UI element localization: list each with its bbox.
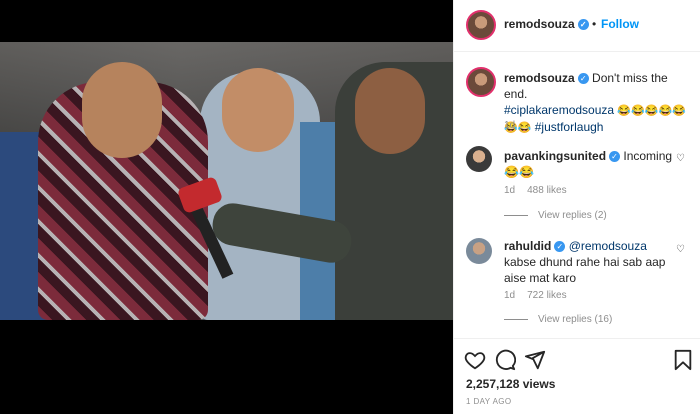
header-username-text[interactable]: remodsouza (504, 17, 575, 31)
verified-badge-icon: ✓ (609, 151, 621, 163)
view-replies-label[interactable]: View replies (2) (538, 210, 607, 221)
header-separator: • (592, 17, 597, 31)
caption-avatar[interactable] (466, 67, 496, 97)
video-figure-reporter (335, 62, 453, 320)
comment-avatar[interactable] (466, 146, 492, 172)
caption-timestamp: 1d (504, 120, 516, 131)
comment-like-icon[interactable]: ♡ (676, 153, 686, 164)
comment-item: rahuldid ✓ @remodsouza kabse dhund rahe h… (504, 238, 674, 286)
comment-meta: 1d 488 likes (504, 185, 579, 196)
comment-age: 1d (504, 185, 516, 196)
post-caption: remodsouza ✓ Don't miss the end. #ciplaka… (504, 70, 694, 136)
post-actions: 2,257,128 views 1 DAY AGO (454, 338, 700, 414)
post-date[interactable]: 1 DAY AGO (466, 397, 512, 406)
verified-badge-icon: ✓ (577, 19, 589, 31)
comment-mention[interactable]: @remodsouza (569, 239, 647, 253)
header-avatar[interactable] (466, 10, 496, 40)
post-video[interactable] (0, 42, 453, 320)
comment-meta: 1d 722 likes (504, 290, 579, 301)
post-panel: remodsouza ✓ • Follow remodsouza ✓ Don't m… (453, 0, 700, 414)
comment-item: pavankingsunited ✓ Incoming 😂😂 (504, 148, 674, 180)
comment-text: kabse dhund rahe hai sab aap aise mat ka… (504, 255, 666, 285)
caption-username[interactable]: remodsouza (504, 71, 575, 85)
replies-divider (504, 214, 528, 216)
comment-likes[interactable]: 488 likes (527, 185, 566, 196)
view-replies-button[interactable]: View replies (16) (504, 314, 612, 325)
hashtag-link[interactable]: #ciplakaremodsouza (504, 103, 614, 117)
bookmark-icon[interactable] (672, 349, 694, 371)
comment-username[interactable]: rahuldid (504, 239, 551, 253)
comment-age: 1d (504, 290, 516, 301)
verified-badge-icon: ✓ (577, 73, 589, 85)
comment-likes[interactable]: 722 likes (527, 290, 566, 301)
comment-icon[interactable] (494, 349, 517, 371)
comment-avatar[interactable] (466, 238, 492, 264)
replies-divider (504, 318, 528, 320)
caption-emojis: 😂😂😂😂😂 (617, 105, 686, 117)
comment-username[interactable]: pavankingsunited (504, 149, 606, 163)
view-replies-label[interactable]: View replies (16) (538, 314, 612, 325)
hashtag-link-2[interactable]: #justforlaugh (535, 120, 604, 134)
post-header: remodsouza ✓ • Follow (454, 0, 700, 52)
view-replies-button[interactable]: View replies (2) (504, 210, 607, 221)
comment-like-icon[interactable]: ♡ (676, 244, 686, 255)
view-count[interactable]: 2,257,128 views (466, 377, 555, 391)
heart-icon[interactable] (464, 349, 486, 371)
follow-button[interactable]: Follow (601, 17, 639, 31)
share-icon[interactable] (524, 349, 546, 371)
media-viewer (0, 0, 453, 414)
header-username[interactable]: remodsouza ✓ (504, 17, 589, 31)
verified-badge-icon: ✓ (554, 241, 566, 253)
